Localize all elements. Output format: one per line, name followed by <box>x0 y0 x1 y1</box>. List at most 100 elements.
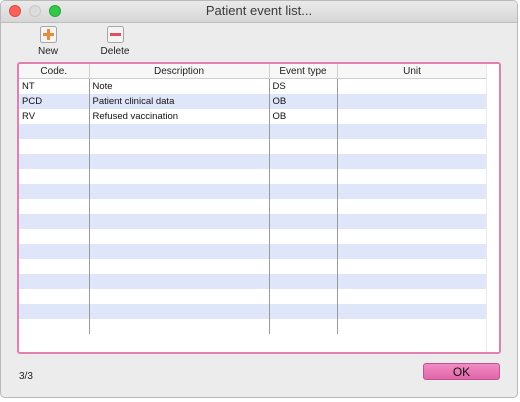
cell-description <box>89 214 270 229</box>
cell-unit <box>337 304 488 319</box>
cell-code <box>19 124 90 139</box>
new-button[interactable]: New <box>23 26 73 57</box>
empty-table-row <box>19 184 488 199</box>
empty-table-row <box>19 304 488 319</box>
cell-unit <box>337 109 488 124</box>
cell-code <box>19 244 90 259</box>
cell-unit <box>337 154 488 169</box>
delete-button[interactable]: Delete <box>90 26 140 57</box>
cell-unit <box>337 319 488 334</box>
cell-description <box>89 229 270 244</box>
empty-table-row <box>19 319 488 334</box>
cell-event-type <box>269 214 338 229</box>
cell-event-type <box>269 274 338 289</box>
empty-table-row <box>19 259 488 274</box>
table-header-row: Code. Description Event type Unit <box>19 64 488 79</box>
cell-unit <box>337 199 488 214</box>
cell-description <box>89 289 270 304</box>
patient-event-list-window: Patient event list... New Delete Code. D… <box>0 0 518 398</box>
table-row[interactable]: RV Refused vaccination OB <box>19 109 488 124</box>
cell-description <box>89 154 270 169</box>
cell-code: NT <box>19 78 90 94</box>
cell-event-type <box>269 244 338 259</box>
event-table-container: Code. Description Event type Unit NT Not… <box>17 62 501 354</box>
cell-event-type <box>269 304 338 319</box>
cell-unit <box>337 78 488 94</box>
column-header-code[interactable]: Code. <box>19 64 90 79</box>
event-table: Code. Description Event type Unit NT Not… <box>19 64 488 334</box>
cell-description <box>89 139 270 154</box>
empty-table-row <box>19 154 488 169</box>
cell-description: Refused vaccination <box>89 109 270 124</box>
cell-code <box>19 154 90 169</box>
cell-description <box>89 199 270 214</box>
cell-unit <box>337 139 488 154</box>
window-title: Patient event list... <box>205 3 313 18</box>
cell-code <box>19 139 90 154</box>
cell-description <box>89 169 270 184</box>
record-count: 3/3 <box>19 371 33 382</box>
cell-unit <box>337 169 488 184</box>
cell-unit <box>337 229 488 244</box>
table-row[interactable]: NT Note DS <box>19 78 488 94</box>
cell-event-type <box>269 184 338 199</box>
cell-code: PCD <box>19 94 90 109</box>
cell-unit <box>337 274 488 289</box>
cell-description <box>89 124 270 139</box>
empty-table-row <box>19 274 488 289</box>
cell-unit <box>337 259 488 274</box>
empty-table-row <box>19 124 488 139</box>
column-header-description[interactable]: Description <box>89 64 270 79</box>
table-scroll-gutter <box>486 64 499 352</box>
cell-description: Note <box>89 78 270 94</box>
cell-unit <box>337 244 488 259</box>
delete-button-label: Delete <box>100 46 130 57</box>
cell-code <box>19 199 90 214</box>
cell-event-type <box>269 229 338 244</box>
empty-table-row <box>19 169 488 184</box>
cell-code <box>19 304 90 319</box>
cell-code <box>19 319 90 334</box>
cell-event-type <box>269 259 338 274</box>
cell-event-type <box>269 289 338 304</box>
cell-unit <box>337 214 488 229</box>
cell-event-type <box>269 124 338 139</box>
empty-table-row <box>19 214 488 229</box>
empty-table-row <box>19 229 488 244</box>
cell-description <box>89 244 270 259</box>
cell-code <box>19 259 90 274</box>
cell-description <box>89 274 270 289</box>
cell-code <box>19 289 90 304</box>
column-header-event-type[interactable]: Event type <box>269 64 338 79</box>
cell-code <box>19 169 90 184</box>
cell-description <box>89 259 270 274</box>
cell-description <box>89 184 270 199</box>
table-row[interactable]: PCD Patient clinical data OB <box>19 94 488 109</box>
cell-code <box>19 274 90 289</box>
cell-description <box>89 304 270 319</box>
empty-table-row <box>19 244 488 259</box>
plus-icon <box>39 26 57 43</box>
cell-event-type <box>269 169 338 184</box>
empty-table-row <box>19 289 488 304</box>
cell-unit <box>337 289 488 304</box>
cell-description: Patient clinical data <box>89 94 270 109</box>
new-button-label: New <box>37 46 58 57</box>
cell-event-type: OB <box>269 94 338 109</box>
ok-button[interactable]: OK <box>423 363 500 380</box>
cell-description <box>89 319 270 334</box>
cell-unit <box>337 94 488 109</box>
cell-event-type <box>269 139 338 154</box>
table-body: NT Note DS PCD Patient clinical data OB … <box>19 78 488 334</box>
cell-event-type <box>269 154 338 169</box>
cell-event-type <box>269 319 338 334</box>
cell-event-type: OB <box>269 109 338 124</box>
cell-event-type: DS <box>269 78 338 94</box>
cell-code <box>19 184 90 199</box>
title-bar: Patient event list... <box>1 1 517 23</box>
cell-unit <box>337 184 488 199</box>
cell-code <box>19 214 90 229</box>
cell-code: RV <box>19 109 90 124</box>
column-header-unit[interactable]: Unit <box>337 64 488 79</box>
cell-unit <box>337 124 488 139</box>
